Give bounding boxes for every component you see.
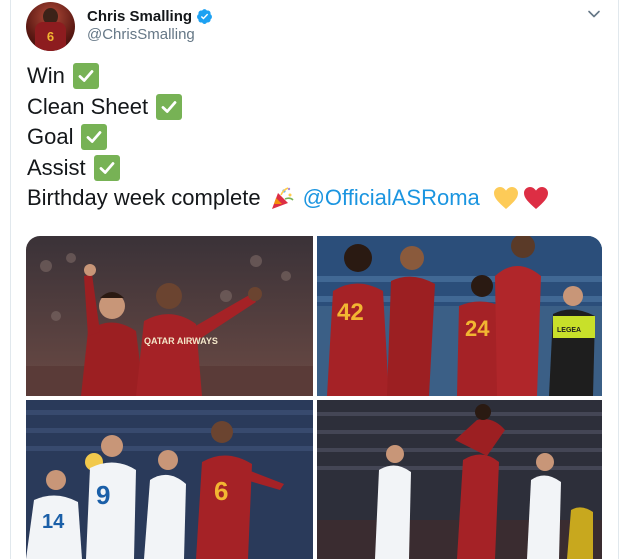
jersey-number-9: 9 bbox=[96, 480, 110, 510]
tweet-line-text: Win bbox=[27, 63, 65, 88]
tweet-line: Win bbox=[27, 61, 550, 92]
referee-badge: LEGEA bbox=[557, 327, 581, 334]
jersey-number-14: 14 bbox=[42, 511, 65, 533]
author-name-row[interactable]: Chris Smalling bbox=[87, 6, 213, 26]
avatar-jersey: 6 bbox=[35, 22, 66, 51]
jersey-number-42: 42 bbox=[337, 299, 364, 326]
check-mark-button-icon bbox=[93, 154, 120, 181]
photo-lift-celebration[interactable] bbox=[317, 400, 602, 559]
tweet-line: Birthday week complete @OfficialASRoma bbox=[27, 183, 550, 214]
card-border-left bbox=[10, 0, 11, 559]
qatar-sponsor-text: QATAR AIRWAYS bbox=[144, 336, 218, 346]
tweet-line-text: Assist bbox=[27, 154, 86, 180]
jersey-number-6: 6 bbox=[214, 476, 228, 506]
jersey-number-24: 24 bbox=[465, 316, 490, 341]
check-mark-button-icon bbox=[81, 124, 108, 151]
tweet-line: Assist bbox=[27, 153, 550, 184]
check-mark-button-icon bbox=[72, 63, 99, 90]
photo-celebration[interactable]: QATAR AIRWAYS bbox=[26, 236, 313, 396]
party-popper-icon bbox=[271, 187, 294, 210]
tweet-line: Goal bbox=[27, 122, 550, 153]
mention-link[interactable]: @OfficialASRoma bbox=[303, 183, 480, 214]
tweet-line-text: Clean Sheet bbox=[27, 93, 149, 119]
tweet-card: 6 Chris Smalling @ChrisSmalling Win Clea… bbox=[0, 0, 630, 559]
author-handle[interactable]: @ChrisSmalling bbox=[87, 26, 195, 43]
verified-badge-icon bbox=[197, 8, 212, 24]
tweet-line-text: Goal bbox=[27, 124, 74, 149]
tweet-text: Win Clean Sheet Goal Assist Birthday wee… bbox=[27, 61, 550, 214]
tweet-line-text: Birthday week complete bbox=[27, 185, 261, 210]
avatar-jersey-number: 6 bbox=[46, 29, 55, 44]
photo-header[interactable]: 14 9 6 bbox=[26, 400, 313, 559]
card-border-right bbox=[618, 0, 619, 559]
tweet-line: Clean Sheet bbox=[27, 92, 550, 123]
photo-team-celebration[interactable]: 42 24 LEGEA bbox=[317, 236, 602, 396]
author-display-name[interactable]: Chris Smalling bbox=[87, 8, 192, 25]
red-heart-icon bbox=[523, 187, 548, 210]
chevron-down-icon[interactable] bbox=[586, 6, 602, 22]
yellow-heart-icon bbox=[493, 187, 518, 210]
avatar[interactable]: 6 bbox=[26, 2, 75, 51]
media-grid: QATAR AIRWAYS 42 24 LEGEA 14 9 6 bbox=[26, 236, 602, 559]
check-mark-button-icon bbox=[156, 93, 183, 120]
